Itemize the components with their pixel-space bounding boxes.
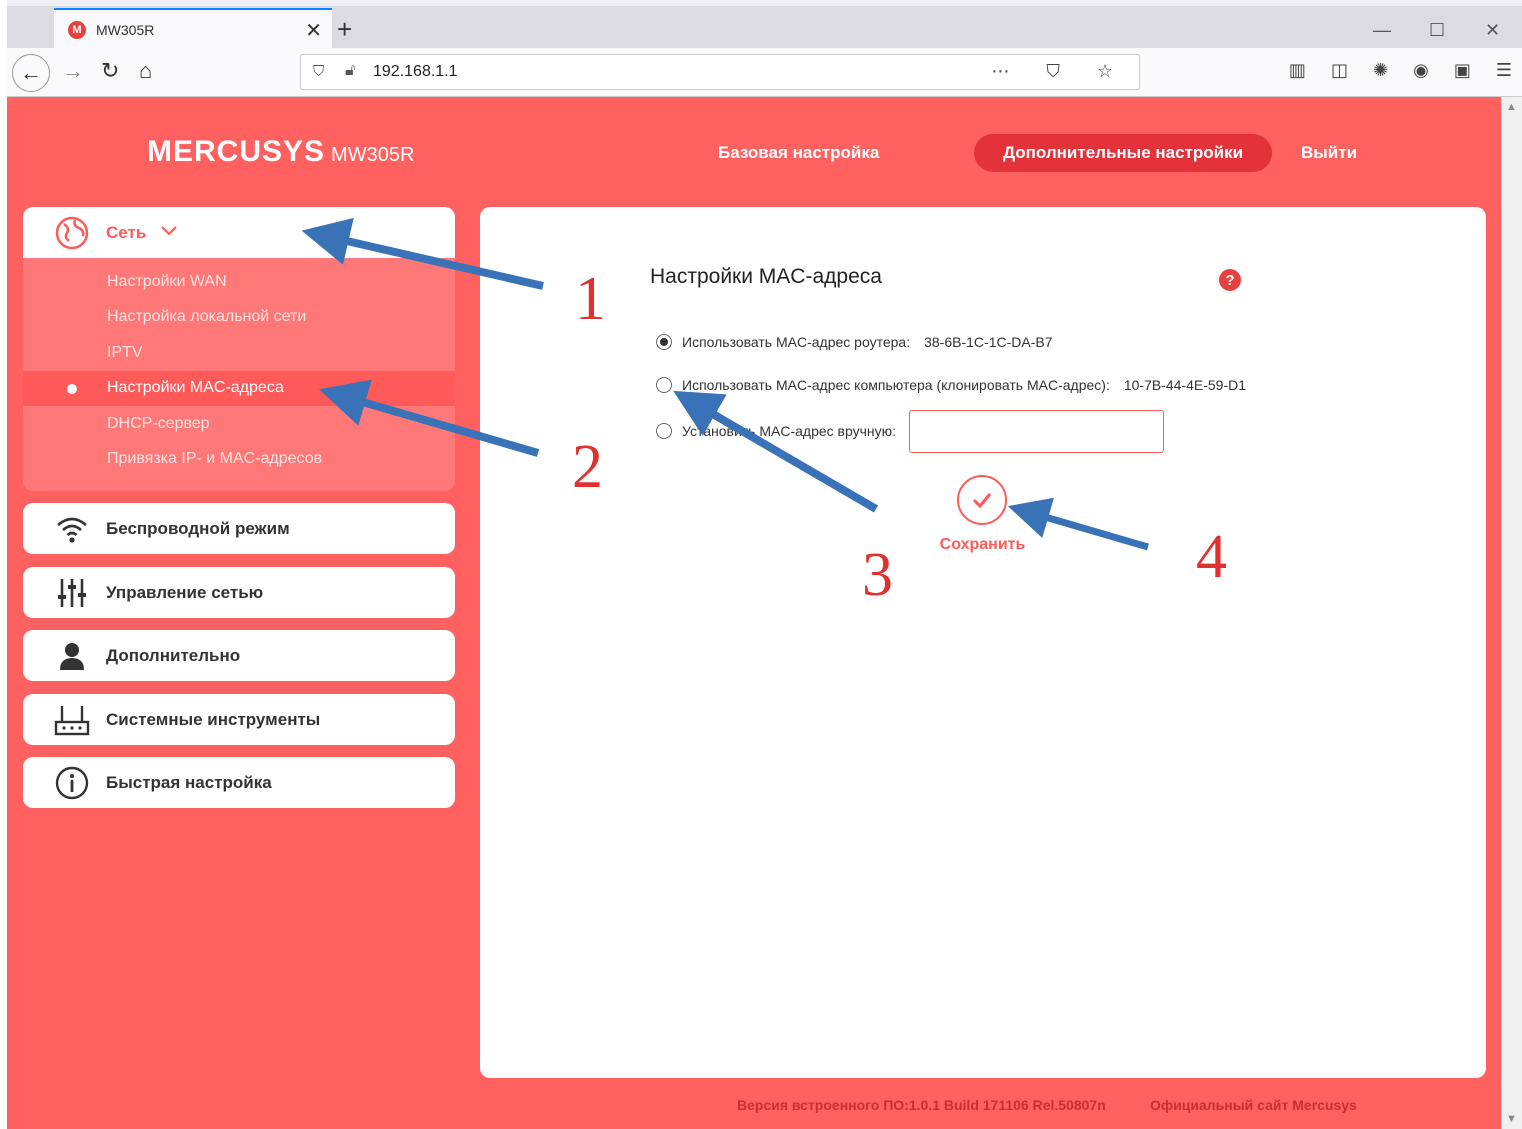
router-mac-value: 38-6B-1C-1C-DA-B7 [924, 334, 1053, 350]
extension-icon[interactable]: ✺ [1373, 60, 1388, 80]
logo-text: MERCUSYS [147, 135, 326, 168]
sidebar-system-tools-label: Системные инструменты [106, 709, 321, 729]
sidebar-item-dhcp[interactable]: DHCP-сервер [23, 406, 455, 442]
sidebar-item-iptv[interactable]: IPTV [23, 335, 455, 371]
sidebar-icon[interactable]: ◫ [1331, 60, 1348, 80]
logo: MERCUSYS MW305R [147, 135, 414, 169]
official-site-link[interactable]: Официальный сайт Mercusys [1150, 1097, 1357, 1113]
sidebar-item-wan[interactable]: Настройки WAN [23, 264, 455, 300]
option-manual-mac[interactable]: Установить MAC-адрес вручную: [656, 423, 896, 439]
url-text: 192.168.1.1 [373, 63, 458, 80]
mercusys-favicon-icon: M [68, 21, 86, 39]
library-icon[interactable]: ▥ [1289, 60, 1306, 80]
page-title: Настройки MAC-адреса [650, 265, 882, 288]
toolbar-icons: ▥ ◫ ✺ ◉ ▣ ☰ [1269, 60, 1512, 81]
scroll-up-icon[interactable]: ▲ [1506, 101, 1517, 113]
computer-mac-value: 10-7B-44-4E-59-D1 [1123, 377, 1246, 393]
page-actions-icon[interactable]: ⋯ ⛉ ☆ [991, 61, 1129, 82]
sliders-icon [54, 575, 90, 611]
sidebar-item-network-control[interactable]: Управление сетью [23, 567, 455, 618]
checkmark-icon [972, 493, 992, 509]
router-icon [54, 702, 90, 738]
network-submenu: Настройки WAN Настройка локальной сети I… [23, 258, 455, 477]
model-name: MW305R [331, 144, 415, 166]
logout-link[interactable]: Выйти [1301, 143, 1357, 163]
nav-basic-settings[interactable]: Базовая настройка [718, 143, 879, 163]
sidebar-item-lan[interactable]: Настройка локальной сети [23, 300, 455, 336]
help-icon[interactable]: ? [1219, 269, 1241, 291]
forward-arrow-icon[interactable]: → [62, 58, 84, 84]
manual-mac-input[interactable] [909, 410, 1164, 453]
info-icon [54, 765, 90, 801]
close-tab-icon[interactable]: ✕ [305, 18, 322, 43]
sidebar-item-quick-setup[interactable]: Быстрая настройка [23, 757, 455, 808]
sidebar-group-network: Сеть Настройки WAN Настройка локальной с… [23, 207, 455, 491]
page-scrollbar[interactable]: ▲ ▼ [1501, 97, 1522, 1129]
option-computer-mac-label: Использовать MAC-адрес компьютера (клони… [682, 377, 1110, 393]
sidebar-wireless-label: Беспроводной режим [106, 518, 290, 538]
annotation-number-2: 2 [572, 433, 603, 501]
tab-strip: M MW305R ✕ + — ☐ ✕ [7, 6, 1522, 50]
minimize-icon[interactable]: — [1373, 20, 1391, 41]
sidebar-item-mac-settings[interactable]: Настройки MAC-адреса [23, 370, 455, 406]
user-icon [54, 638, 90, 674]
router-page: MERCUSYS MW305R Базовая настройка Дополни… [7, 97, 1501, 1129]
maximize-icon[interactable]: ☐ [1429, 20, 1445, 41]
sidebar-advanced-label: Дополнительно [106, 645, 241, 665]
back-arrow-icon[interactable]: ← [12, 54, 50, 92]
save-button[interactable] [957, 475, 1007, 525]
browser-chrome: M MW305R ✕ + — ☐ ✕ ← → ↻ ⌂ ⛉ 🔓︎ 192.168.… [7, 0, 1522, 97]
annotation-number-1: 1 [575, 265, 606, 333]
sidebar-item-system-tools[interactable]: Системные инструменты [23, 694, 455, 745]
sidebar-item-advanced[interactable]: Дополнительно [23, 630, 455, 681]
globe-icon [54, 215, 90, 251]
option-router-mac[interactable]: Использовать MAC-адрес роутера: 38-6B-1C… [656, 334, 1052, 350]
shield-icon[interactable]: ⛉ [313, 63, 324, 80]
sidebar-network-label: Сеть [106, 222, 147, 242]
chevron-down-icon [160, 224, 178, 242]
sidebar-item-ip-mac-binding[interactable]: Привязка IP- и MAC-адресов [23, 442, 455, 478]
new-tab-button[interactable]: + [337, 14, 352, 45]
reload-icon[interactable]: ↻ [101, 58, 119, 84]
content-panel: Настройки MAC-адреса ? Использовать MAC-… [480, 207, 1486, 1078]
window-close-icon[interactable]: ✕ [1485, 20, 1500, 41]
option-router-mac-label: Использовать MAC-адрес роутера: [682, 334, 911, 350]
home-icon[interactable]: ⌂ [139, 58, 152, 84]
sidebar-network-control-label: Управление сетью [106, 582, 264, 602]
scroll-down-icon[interactable]: ▼ [1506, 1113, 1517, 1125]
account-icon[interactable]: ◉ [1413, 60, 1429, 80]
addons-icon[interactable]: ▣ [1454, 60, 1471, 80]
firmware-version: Версия встроенного ПО:1.0.1 Build 171106… [737, 1097, 1106, 1113]
option-manual-mac-label: Установить MAC-адрес вручную: [682, 423, 897, 439]
nav-advanced-settings[interactable]: Дополнительные настройки [974, 134, 1272, 172]
annotation-number-3: 3 [862, 541, 893, 609]
radio-router-mac[interactable] [656, 334, 672, 350]
tab-title: MW305R [96, 22, 155, 38]
radio-computer-mac[interactable] [656, 377, 672, 393]
address-bar[interactable]: ⛉ 🔓︎ 192.168.1.1 ⋯ ⛉ ☆ [300, 54, 1140, 90]
sidebar-item-wireless[interactable]: Беспроводной режим [23, 503, 455, 554]
annotation-number-4: 4 [1196, 523, 1227, 591]
sidebar-item-network[interactable]: Сеть [23, 207, 455, 258]
menu-icon[interactable]: ☰ [1496, 60, 1512, 80]
radio-manual-mac[interactable] [656, 423, 672, 439]
browser-tab[interactable]: M MW305R ✕ [54, 8, 332, 50]
navigation-toolbar: ← → ↻ ⌂ ⛉ 🔓︎ 192.168.1.1 ⋯ ⛉ ☆ ▥ ◫ ✺ ◉ ▣… [7, 48, 1522, 97]
wifi-icon [54, 511, 90, 547]
sidebar-quick-setup-label: Быстрая настройка [106, 772, 272, 792]
option-computer-mac[interactable]: Использовать MAC-адрес компьютера (клони… [656, 377, 1246, 393]
insecure-lock-icon[interactable]: 🔓︎ [345, 62, 355, 80]
save-label[interactable]: Сохранить [925, 536, 1040, 554]
